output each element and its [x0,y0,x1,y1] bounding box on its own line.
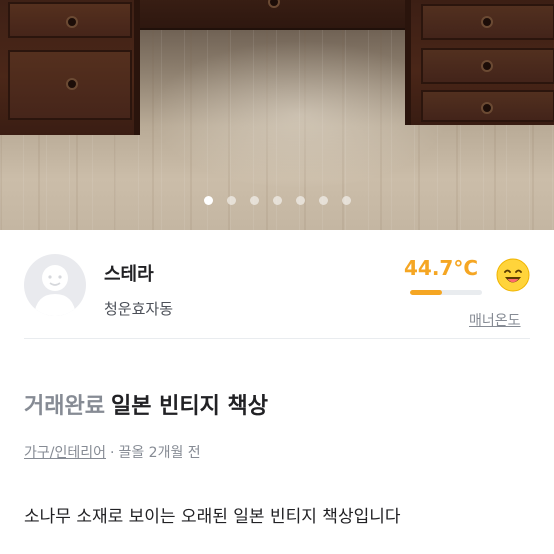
seller-profile[interactable]: 스테라 청운효자동 44.7°C 매너온도 [0,230,554,338]
article-title-row: 거래완료 일본 빈티지 책상 [24,388,268,420]
seller-name[interactable]: 스테라 [104,260,154,286]
carousel-dot[interactable] [295,196,305,205]
manner-temperature-fill [410,290,443,295]
drawer-knob [481,16,493,28]
desk-drawer [421,48,554,84]
desk-left-pedestal [0,0,140,135]
desk-drawer [421,4,554,40]
seller-region: 청운효자동 [104,300,174,318]
category-link[interactable]: 가구/인테리어 [24,445,106,461]
drawer-knob [268,0,280,8]
manner-temperature-link[interactable]: 매너온도 [469,310,521,330]
manner-temperature-bar [410,290,482,295]
meta-separator: · [110,445,115,461]
carousel-indicator [0,196,554,205]
drawer-knob [481,60,493,72]
article-meta: 가구/인테리어 · 끌올 2개월 전 [24,442,201,462]
carousel-dot[interactable] [318,196,328,205]
drawer-knob [481,102,493,114]
divider [24,338,530,339]
desk-center-drawer [140,0,410,30]
drawer-knob [66,16,78,28]
product-photo-carousel[interactable] [0,0,554,230]
drawer-knob [66,78,78,90]
avatar[interactable] [24,254,86,316]
desk-drawer [8,50,132,120]
carousel-dot[interactable] [272,196,282,205]
carousel-dot[interactable] [226,196,236,205]
trade-status-badge: 거래완료 [24,394,105,419]
smile-emoji-icon [496,258,530,292]
desk-right-pedestal [405,0,554,125]
manner-temperature-value: 44.7°C [404,256,479,280]
article-title: 일본 빈티지 책상 [110,394,268,419]
default-avatar-icon [34,265,76,316]
carousel-dot[interactable] [249,196,259,205]
desk-drawer [8,2,132,38]
carousel-dot[interactable] [203,196,213,205]
article-description: 소나무 소재로 보이는 오래된 일본 빈티지 책상입니다 [24,507,401,527]
posted-time: 끌올 2개월 전 [118,445,201,461]
carousel-dot[interactable] [341,196,351,205]
desk-drawer [421,90,554,122]
